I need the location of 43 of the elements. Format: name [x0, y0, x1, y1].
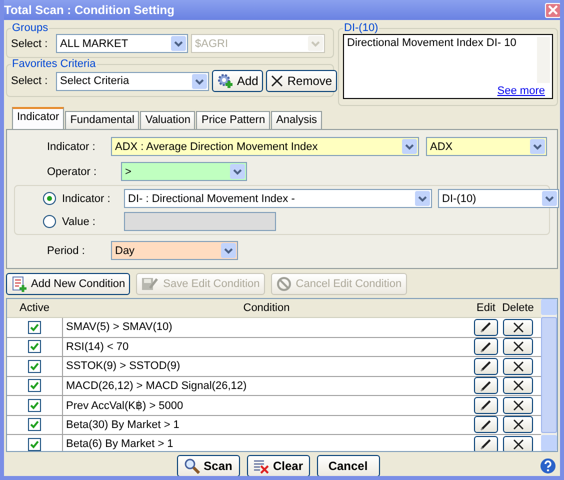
condition-cell: Beta(30) By Market > 1 — [62, 416, 471, 434]
groups-legend: Groups — [11, 22, 50, 34]
condition-cell: SMAV(5) > SMAV(10) — [62, 318, 471, 336]
tab[interactable]: Indicator — [12, 107, 64, 129]
option-label: Value : — [62, 216, 96, 228]
condition-cell: Prev AccVal(K฿) > 5000 — [62, 396, 471, 414]
period-dropdown[interactable]: Day — [111, 241, 238, 260]
column-header: Delete — [501, 302, 535, 314]
period-label: Period : — [46, 244, 86, 256]
condition-cell: MACD(26,12) > MACD Signal(26,12) — [62, 376, 471, 395]
indicator-dropdown[interactable]: DI- : Directional Movement Index - — [124, 189, 432, 208]
add-condition-button[interactable]: Add New Condition — [6, 273, 130, 295]
window-title: Total Scan : Condition Setting — [4, 3, 174, 17]
description-legend: DI-(10) — [343, 22, 380, 34]
tab[interactable]: Price Pattern — [196, 111, 270, 129]
select-label: Select : — [11, 38, 49, 50]
operator-dropdown[interactable]: > — [121, 162, 247, 181]
favorites-legend: Favorites Criteria — [11, 58, 97, 70]
remove-button[interactable]: Remove — [266, 70, 338, 92]
tab[interactable]: Fundamental — [65, 111, 140, 129]
operator-label: Operator : — [46, 166, 98, 178]
see-more-link[interactable]: See more — [497, 85, 545, 97]
criteria-dropdown[interactable]: Select Criteria — [56, 72, 209, 90]
cancel-button[interactable]: Cancel — [316, 455, 380, 476]
scan-button[interactable]: Scan — [176, 455, 240, 476]
add-button[interactable]: Add — [212, 70, 264, 92]
indicator-dropdown[interactable]: ADX : Average Direction Movement Index — [111, 137, 419, 156]
condition-cell: RSI(14) < 70 — [62, 338, 471, 356]
tab[interactable]: Analysis — [271, 111, 322, 129]
clear-button[interactable]: Clear — [246, 455, 310, 476]
option-label: Indicator : — [62, 192, 112, 204]
parameter-dropdown[interactable]: ADX — [426, 137, 547, 156]
description-text: Directional Movement Index DI- 10 — [347, 37, 516, 49]
tab[interactable]: Valuation — [140, 111, 196, 129]
parameter-dropdown[interactable]: DI-(10) — [438, 189, 559, 208]
condition-cell: SSTOK(9) > SSTOD(9) — [62, 357, 471, 376]
column-header: Active — [18, 302, 50, 314]
condition-cell: Beta(6) By Market > 1 — [62, 435, 471, 451]
select-label: Select : — [11, 75, 49, 87]
indicator-label: Indicator : — [46, 140, 96, 152]
market-dropdown[interactable]: ALL MARKET — [56, 34, 188, 53]
column-header: Edit — [476, 302, 496, 314]
column-header: Condition — [242, 302, 291, 314]
